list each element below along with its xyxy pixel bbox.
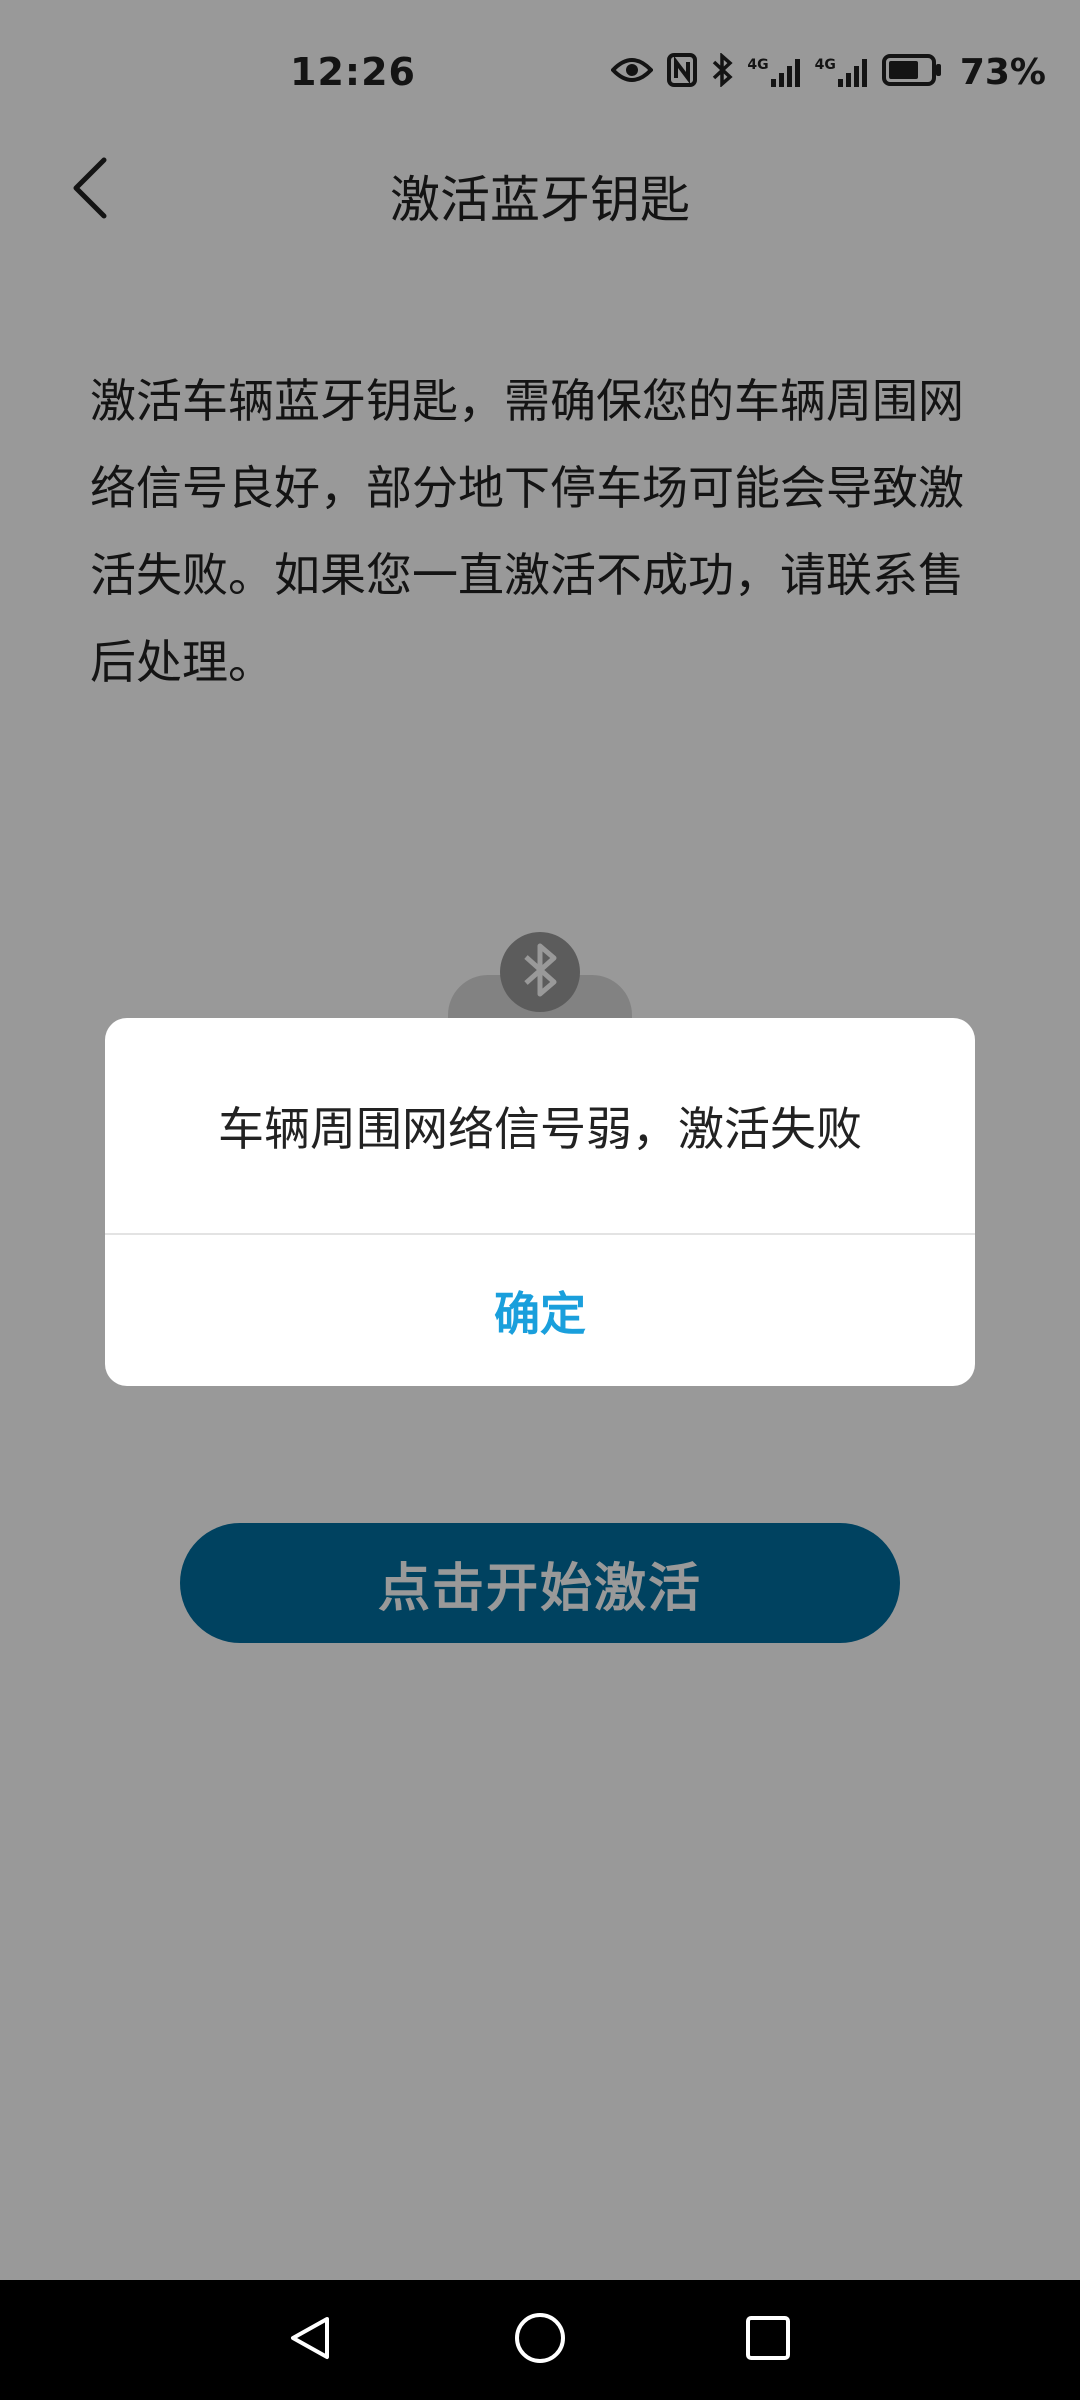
- dialog-message: 车辆周围网络信号弱，激活失败: [218, 1101, 862, 1156]
- nav-recent-button[interactable]: [708, 2280, 828, 2400]
- navigation-bar: [0, 2280, 1080, 2400]
- error-dialog: 车辆周围网络信号弱，激活失败 确定: [105, 1018, 975, 1386]
- square-recent-icon: [743, 2313, 793, 2367]
- nav-back-button[interactable]: [250, 2280, 370, 2400]
- nav-home-button[interactable]: [480, 2280, 600, 2400]
- circle-home-icon: [513, 2311, 567, 2369]
- confirm-button[interactable]: 确定: [105, 1235, 975, 1386]
- triangle-back-icon: [285, 2313, 335, 2367]
